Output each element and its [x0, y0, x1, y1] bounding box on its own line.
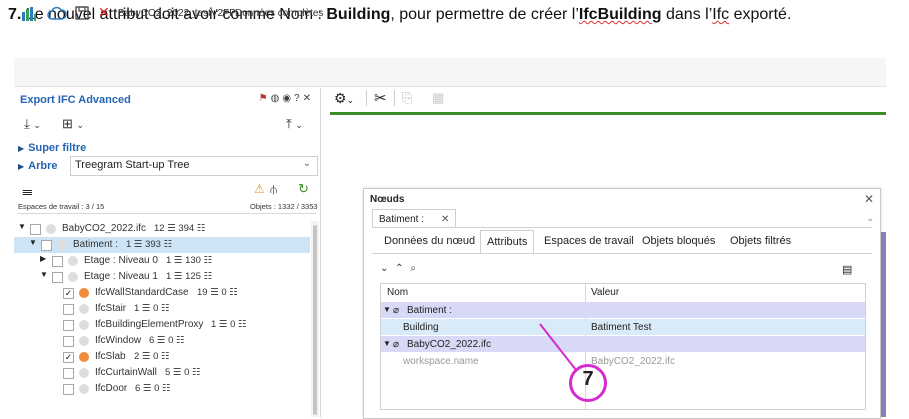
- annotation-number: 7: [582, 368, 594, 390]
- annotation-pointer: [539, 323, 577, 371]
